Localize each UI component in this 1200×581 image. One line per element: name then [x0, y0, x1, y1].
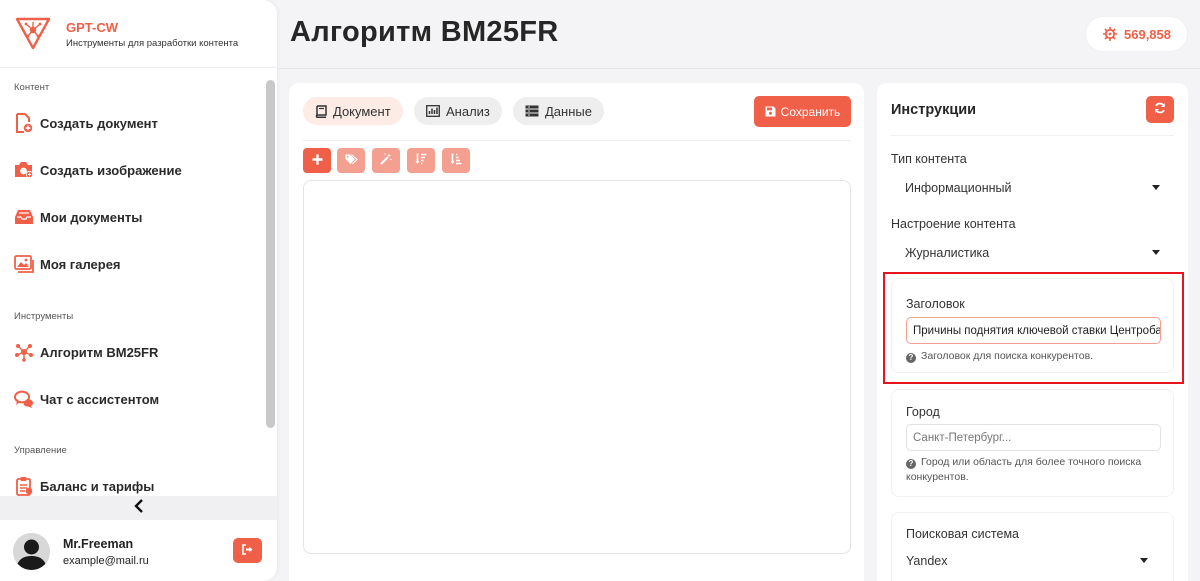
sidebar-item-assistant-chat[interactable]: Чат с ассистентом — [14, 385, 254, 413]
sidebar-scrollbar[interactable] — [266, 80, 275, 428]
camera-plus-icon — [14, 160, 34, 180]
headline-highlight-frame — [883, 272, 1184, 384]
tags-button[interactable] — [337, 148, 365, 173]
sidebar-item-label: Моя галерея — [40, 256, 121, 272]
sidebar-item-label: Мои документы — [40, 209, 143, 225]
chart-icon — [426, 105, 440, 117]
sidebar-item-my-documents[interactable]: Мои документы — [14, 203, 254, 231]
content-type-label: Тип контента — [891, 152, 967, 166]
instructions-divider — [891, 135, 1174, 136]
file-plus-icon — [14, 113, 34, 133]
save-button-label: Сохранить — [780, 104, 841, 119]
nav-section-content: Контент — [14, 82, 50, 93]
magic-wand-button[interactable] — [372, 148, 400, 173]
search-engine-value: Yandex — [906, 554, 948, 568]
brand-logo-icon[interactable] — [14, 14, 52, 52]
sidebar-item-my-gallery[interactable]: Моя галерея — [14, 250, 254, 278]
editor-panel: Документ Анализ Данные Сохранить — [289, 83, 864, 581]
tab-document[interactable]: Документ — [303, 97, 403, 125]
tab-label: Анализ — [446, 103, 490, 119]
city-input[interactable]: Санкт-Петербург... — [906, 424, 1161, 451]
virus-icon — [1102, 26, 1118, 42]
brand-header: GPT-CW Инструменты для разработки контен… — [0, 0, 277, 68]
sidebar-item-create-image[interactable]: Создать изображение — [14, 156, 254, 184]
sidebar-item-label: Создать изображение — [40, 162, 182, 178]
caret-down-icon — [1140, 558, 1148, 563]
brand-tagline: Инструменты для разработки контента — [66, 38, 239, 49]
refresh-icon — [1154, 101, 1166, 119]
editor-divider — [303, 140, 851, 141]
content-type-value: Информационный — [905, 181, 1012, 195]
instructions-title: Инструкции — [891, 102, 977, 118]
chevron-left-icon — [133, 498, 144, 518]
chat-icon — [14, 389, 34, 409]
sort-desc-button[interactable] — [407, 148, 435, 173]
tab-label: Документ — [333, 103, 391, 119]
page-title: Алгоритм BM25FR — [290, 16, 559, 48]
sort-asc-icon — [450, 152, 462, 170]
tab-analysis[interactable]: Анализ — [414, 97, 502, 125]
plus-icon — [312, 152, 323, 170]
images-icon — [14, 254, 34, 274]
city-help: ? Город или область для более точного пои… — [906, 455, 1164, 485]
sidebar-collapse-button[interactable] — [0, 496, 277, 520]
nav-section-management: Управление — [14, 445, 67, 456]
user-name: Mr.Freeman — [63, 537, 134, 551]
search-engine-label: Поисковая система — [906, 527, 1019, 541]
user-profile: Mr.Freeman example@mail.ru — [0, 520, 277, 581]
nav-section-tools: Инструменты — [14, 311, 74, 322]
city-help-text: Город или область для более точного поис… — [906, 456, 1142, 483]
avatar[interactable] — [13, 533, 50, 570]
sort-asc-button[interactable] — [442, 148, 470, 173]
tags-icon — [345, 152, 358, 170]
database-icon — [525, 105, 539, 117]
sidebar-item-create-document[interactable]: Создать документ — [14, 109, 254, 137]
sidebar-item-label: Создать документ — [40, 115, 158, 131]
tab-label: Данные — [545, 103, 592, 119]
sidebar: GPT-CW Инструменты для разработки контен… — [0, 0, 277, 581]
city-card: Город Санкт-Петербург... ? Город или обла… — [891, 389, 1174, 497]
add-block-button[interactable] — [303, 148, 331, 173]
sidebar-item-label: Чат с ассистентом — [40, 391, 160, 407]
sidebar-item-label: Алгоритм BM25FR — [40, 344, 159, 360]
sort-desc-icon — [415, 152, 427, 170]
tab-data[interactable]: Данные — [513, 97, 604, 125]
clipboard-icon — [14, 476, 34, 496]
search-engine-select[interactable]: Yandex — [892, 547, 1162, 575]
content-tone-value: Журналистика — [905, 246, 990, 260]
caret-down-icon — [1152, 250, 1160, 255]
brand-name: GPT-CW — [66, 20, 118, 35]
sidebar-nav: Контент Создать документ Создать изображ… — [0, 68, 265, 496]
magic-wand-icon — [380, 152, 392, 170]
sign-out-icon — [241, 542, 254, 560]
sidebar-item-balance[interactable]: Баланс и тарифы — [14, 472, 254, 496]
user-email: example@mail.ru — [63, 555, 149, 567]
content-tone-label: Настроение контента — [891, 217, 1016, 231]
save-button[interactable]: Сохранить — [754, 96, 851, 127]
logout-button[interactable] — [233, 538, 262, 563]
floppy-disk-icon — [765, 106, 776, 117]
sidebar-item-bm25fr[interactable]: Алгоритм BM25FR — [14, 338, 254, 366]
sidebar-item-label: Баланс и тарифы — [40, 478, 155, 494]
book-icon — [315, 104, 327, 118]
content-tone-select[interactable]: Журналистика — [891, 239, 1174, 267]
inbox-icon — [14, 207, 34, 227]
question-circle-icon: ? — [906, 459, 916, 469]
header-divider — [277, 68, 1200, 69]
content-type-select[interactable]: Информационный — [891, 174, 1174, 202]
search-engine-card: Поисковая система Yandex — [891, 512, 1174, 581]
city-label: Город — [906, 405, 940, 419]
network-icon — [14, 342, 34, 362]
balance-value: 569,858 — [1124, 26, 1171, 42]
balance-badge[interactable]: 569,858 — [1086, 17, 1187, 51]
refresh-button[interactable] — [1146, 96, 1174, 123]
caret-down-icon — [1152, 185, 1160, 190]
editor-content-area[interactable] — [303, 180, 851, 554]
